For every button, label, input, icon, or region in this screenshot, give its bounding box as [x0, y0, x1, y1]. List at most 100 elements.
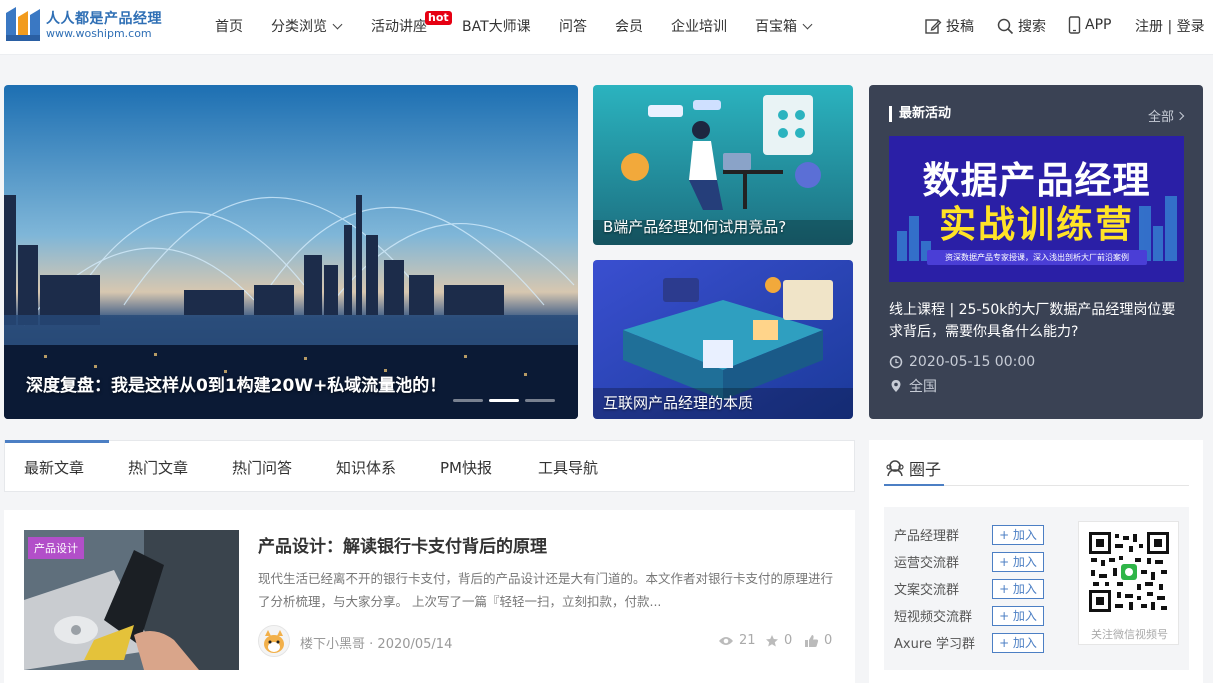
events-all-label: 全部 [1147, 110, 1174, 125]
qr-caption: 关注微信视频号 [1091, 628, 1168, 641]
login-register-link[interactable]: 注册 | 登录 [1135, 16, 1205, 36]
author-name[interactable]: 楼下小黑哥 [300, 637, 365, 652]
thumbs-up-icon [805, 634, 819, 647]
wechat-qr-card: 关注微信视频号 [1078, 521, 1179, 645]
qr-code-icon [1089, 532, 1169, 612]
tab-hot-qa[interactable]: 热门问答 [232, 457, 292, 478]
like-count[interactable]: 0 [804, 633, 832, 648]
join-group-button[interactable]: + 加入 [992, 606, 1044, 626]
group-name: 运营交流群 [894, 556, 960, 571]
nav-categories-label: 分类浏览 [271, 19, 327, 35]
carousel-dot[interactable] [525, 399, 555, 402]
brand-name: 人人都是产品经理 [46, 11, 162, 27]
hero-title[interactable]: 深度复盘：我是这样从0到1构建20W+私域流量池的！ [26, 371, 446, 396]
carousel-indicators [453, 399, 555, 402]
circle-heading-label: 圈子 [909, 460, 942, 479]
auth-label: 注册 | 登录 [1135, 19, 1205, 35]
eye-icon [719, 636, 733, 645]
edit-icon [925, 19, 942, 34]
favorite-value: 0 [784, 633, 793, 648]
nav-membership-label: 会员 [615, 19, 643, 35]
community-icon [886, 460, 904, 477]
nav-categories[interactable]: 分类浏览 [271, 16, 343, 36]
nav-events-label: 活动讲座 [371, 19, 427, 35]
carousel-dot-active[interactable] [489, 399, 519, 402]
search-label: 搜索 [1018, 19, 1046, 35]
carousel-dot[interactable] [453, 399, 483, 402]
join-group-button[interactable]: + 加入 [992, 633, 1044, 653]
latest-events-panel: 最新活动 全部 数据产品经理 实战训练营 资深数据产品专家授课，深入浅出剖析大厂… [869, 85, 1203, 419]
nav-bat-course[interactable]: BAT大师课 [462, 16, 531, 36]
join-group-button[interactable]: + 加入 [992, 552, 1044, 572]
group-name: 产品经理群 [894, 529, 960, 544]
nav-enterprise-training[interactable]: 企业培训 [671, 16, 727, 36]
article-description: 现代生活已经离不开的银行卡支付，背后的产品设计还是大有门道的。本文作者对银行卡支… [258, 571, 834, 609]
nav-bat-label: BAT大师课 [462, 19, 531, 35]
feature-card-b2b-title: B端产品经理如何试用竞品? [603, 218, 787, 236]
article-date: 2020/05/14 [377, 637, 453, 652]
chevron-down-icon [802, 19, 813, 29]
join-group-button[interactable]: + 加入 [992, 579, 1044, 599]
tab-knowledge-system[interactable]: 知识体系 [336, 457, 396, 478]
hot-badge: hot [425, 11, 452, 25]
site-logo[interactable]: 人人都是产品经理 www.woshipm.com [4, 5, 164, 45]
feature-card-internet-pm[interactable]: 互联网产品经理的本质 [593, 260, 853, 419]
hero-city-image [4, 85, 578, 419]
events-all-link[interactable]: 全部 [1147, 106, 1185, 125]
join-group-button[interactable]: + 加入 [992, 525, 1044, 545]
event-banner-subtitle: 资深数据产品专家授课，深入浅出剖析大厂前沿案例 [927, 250, 1147, 265]
tab-hot-articles[interactable]: 热门文章 [128, 457, 188, 478]
location-pin-icon [891, 380, 901, 392]
favorite-count[interactable]: 0 [765, 633, 792, 648]
event-banner-line2: 实战训练营 [939, 203, 1134, 246]
nav-events[interactable]: 活动讲座 [371, 16, 427, 36]
app-button[interactable]: APP [1068, 16, 1111, 34]
like-value: 0 [824, 633, 833, 648]
clock-icon [889, 355, 903, 369]
nav-home[interactable]: 首页 [215, 16, 243, 36]
article-list-item: 产品设计 产品设计：解读银行卡支付背后的原理 现代生活已经离不开的银行卡支付，背… [4, 510, 855, 683]
contribute-button[interactable]: 投稿 [924, 16, 974, 36]
event-title[interactable]: 线上课程 | 25-50k的大厂数据产品经理岗位要求背后，需要你具备什么能力? [889, 299, 1189, 343]
views-count: 21 [718, 633, 756, 648]
article-title[interactable]: 产品设计：解读银行卡支付背后的原理 [258, 532, 547, 557]
search-button[interactable]: 搜索 [997, 16, 1046, 36]
nav-qa[interactable]: 问答 [559, 16, 587, 36]
event-location: 全国 [889, 376, 937, 396]
circle-heading-underline [884, 484, 944, 486]
tab-latest-articles[interactable]: 最新文章 [24, 457, 84, 478]
community-circle-panel: 圈子 产品经理群 + 加入 运营交流群 + 加入 文案交流群 + 加入 短视频交… [869, 440, 1203, 683]
article-category-badge[interactable]: 产品设计 [28, 537, 84, 559]
event-banner[interactable]: 数据产品经理 实战训练营 资深数据产品专家授课，深入浅出剖析大厂前沿案例 [889, 136, 1184, 282]
nav-toolbox-label: 百宝箱 [755, 19, 797, 35]
nav-membership[interactable]: 会员 [615, 16, 643, 36]
brand-url: www.woshipm.com [46, 27, 152, 40]
nav-home-label: 首页 [215, 19, 243, 35]
app-label: APP [1085, 17, 1112, 33]
tab-tool-navigation[interactable]: 工具导航 [538, 457, 598, 478]
feature-card-b2b[interactable]: B端产品经理如何试用竞品? [593, 85, 853, 245]
group-name: Axure 学习群 [894, 637, 976, 652]
event-location-value: 全国 [909, 379, 937, 395]
article-byline: 楼下小黑哥 · 2020/05/14 [300, 633, 452, 652]
group-name: 文案交流群 [894, 583, 960, 598]
event-date: 2020-05-15 00:00 [889, 354, 1035, 370]
event-date-value: 2020-05-15 00:00 [909, 354, 1036, 370]
author-avatar[interactable] [258, 625, 290, 657]
hero-carousel[interactable]: 深度复盘：我是这样从0到1构建20W+私域流量池的！ [4, 85, 578, 419]
nav-qa-label: 问答 [559, 19, 587, 35]
byline-separator: · [365, 637, 378, 652]
search-icon [997, 18, 1014, 34]
circle-heading: 圈子 [885, 456, 941, 480]
logo-mark-icon [6, 7, 40, 41]
tab-pm-news[interactable]: PM快报 [440, 457, 492, 478]
chevron-right-icon [1175, 111, 1185, 120]
nav-toolbox[interactable]: 百宝箱 [755, 16, 813, 36]
events-heading: 最新活动 [889, 106, 951, 122]
phone-icon [1068, 16, 1081, 34]
article-thumbnail[interactable]: 产品设计 [24, 530, 239, 670]
chevron-down-icon [332, 19, 343, 29]
nav-training-label: 企业培训 [671, 19, 727, 35]
group-list-box: 产品经理群 + 加入 运营交流群 + 加入 文案交流群 + 加入 短视频交流群 … [884, 507, 1189, 670]
top-header: 人人都是产品经理 www.woshipm.com 首页 分类浏览 活动讲座 ho… [0, 0, 1213, 55]
